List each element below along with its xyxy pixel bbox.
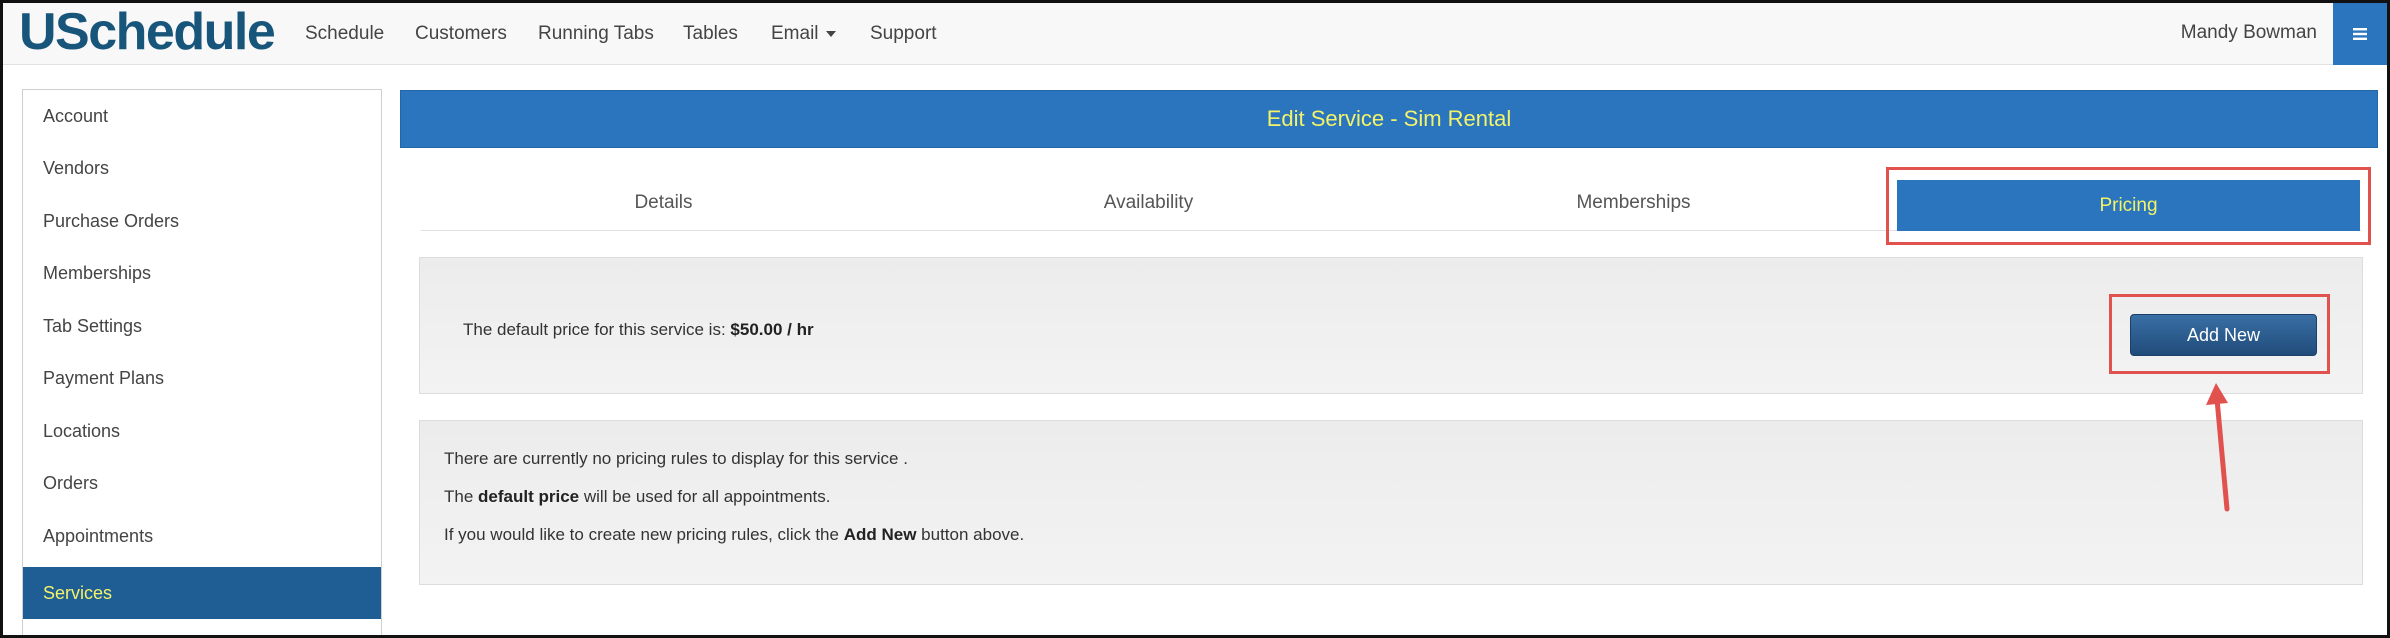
page-title: Edit Service - Sim Rental	[1266, 106, 1512, 131]
settings-sidebar: Account Vendors Purchase Orders Membersh…	[22, 89, 382, 635]
nav-email-label: Email	[771, 23, 819, 44]
sidebar-item-orders[interactable]: Orders	[23, 457, 381, 509]
default-price-label: The default price for this service is:	[463, 320, 726, 339]
user-menu[interactable]: Mandy Bowman	[2181, 22, 2317, 44]
note-bold: default price	[478, 487, 580, 506]
nav-customers[interactable]: Customers	[415, 22, 507, 46]
sidebar-item-purchase-orders[interactable]: Purchase Orders	[23, 195, 381, 247]
sidebar-item-account[interactable]: Account	[23, 90, 381, 142]
pricing-rules-panel: There are currently no pricing rules to …	[419, 420, 2363, 585]
note-suffix: will be used for all appointments.	[583, 487, 831, 506]
menu-button[interactable]	[2333, 3, 2387, 65]
hamburger-icon	[2353, 28, 2367, 40]
nav-schedule[interactable]: Schedule	[305, 22, 384, 46]
nav-email-dropdown[interactable]: Email	[771, 22, 836, 46]
sidebar-item-vendors[interactable]: Vendors	[23, 142, 381, 194]
sidebar-item-payment-plans[interactable]: Payment Plans	[23, 352, 381, 404]
sidebar-item-memberships[interactable]: Memberships	[23, 247, 381, 299]
app-logo[interactable]: USchedule	[19, 4, 276, 60]
sidebar-item-locations[interactable]: Locations	[23, 405, 381, 457]
default-price-note: The default price will be used for all a…	[444, 487, 831, 507]
add-new-highlight	[2109, 294, 2330, 374]
hint-bold: Add New	[843, 525, 917, 544]
chevron-down-icon	[825, 30, 836, 37]
default-price-value: $50.00 / hr	[730, 320, 814, 339]
nav-tables[interactable]: Tables	[683, 22, 738, 46]
default-price-text: The default price for this service is: $…	[463, 320, 814, 340]
hint-suffix: button above.	[921, 525, 1025, 544]
sidebar-item-tab-settings[interactable]: Tab Settings	[23, 300, 381, 352]
nav-support[interactable]: Support	[870, 22, 937, 46]
create-rules-hint: If you would like to create new pricing …	[444, 525, 1024, 545]
sidebar-item-services[interactable]: Services	[23, 567, 381, 619]
default-price-panel: The default price for this service is: $…	[419, 257, 2363, 394]
nav-running-tabs[interactable]: Running Tabs	[538, 22, 654, 46]
top-navbar: USchedule Schedule Customers Running Tab…	[3, 3, 2387, 65]
tab-memberships[interactable]: Memberships	[1391, 173, 1876, 231]
no-rules-message: There are currently no pricing rules to …	[444, 449, 908, 468]
tab-details[interactable]: Details	[421, 173, 906, 231]
annotation-arrow-icon	[2206, 383, 2230, 512]
tab-availability[interactable]: Availability	[906, 173, 1391, 231]
hint-prefix: If you would like to create new pricing …	[444, 525, 839, 544]
sidebar-item-appointments[interactable]: Appointments	[23, 510, 381, 562]
app-window: USchedule Schedule Customers Running Tab…	[0, 0, 2390, 638]
note-prefix: The	[444, 487, 474, 506]
pricing-tab-highlight	[1886, 167, 2371, 245]
page-header: Edit Service - Sim Rental	[400, 90, 2378, 148]
